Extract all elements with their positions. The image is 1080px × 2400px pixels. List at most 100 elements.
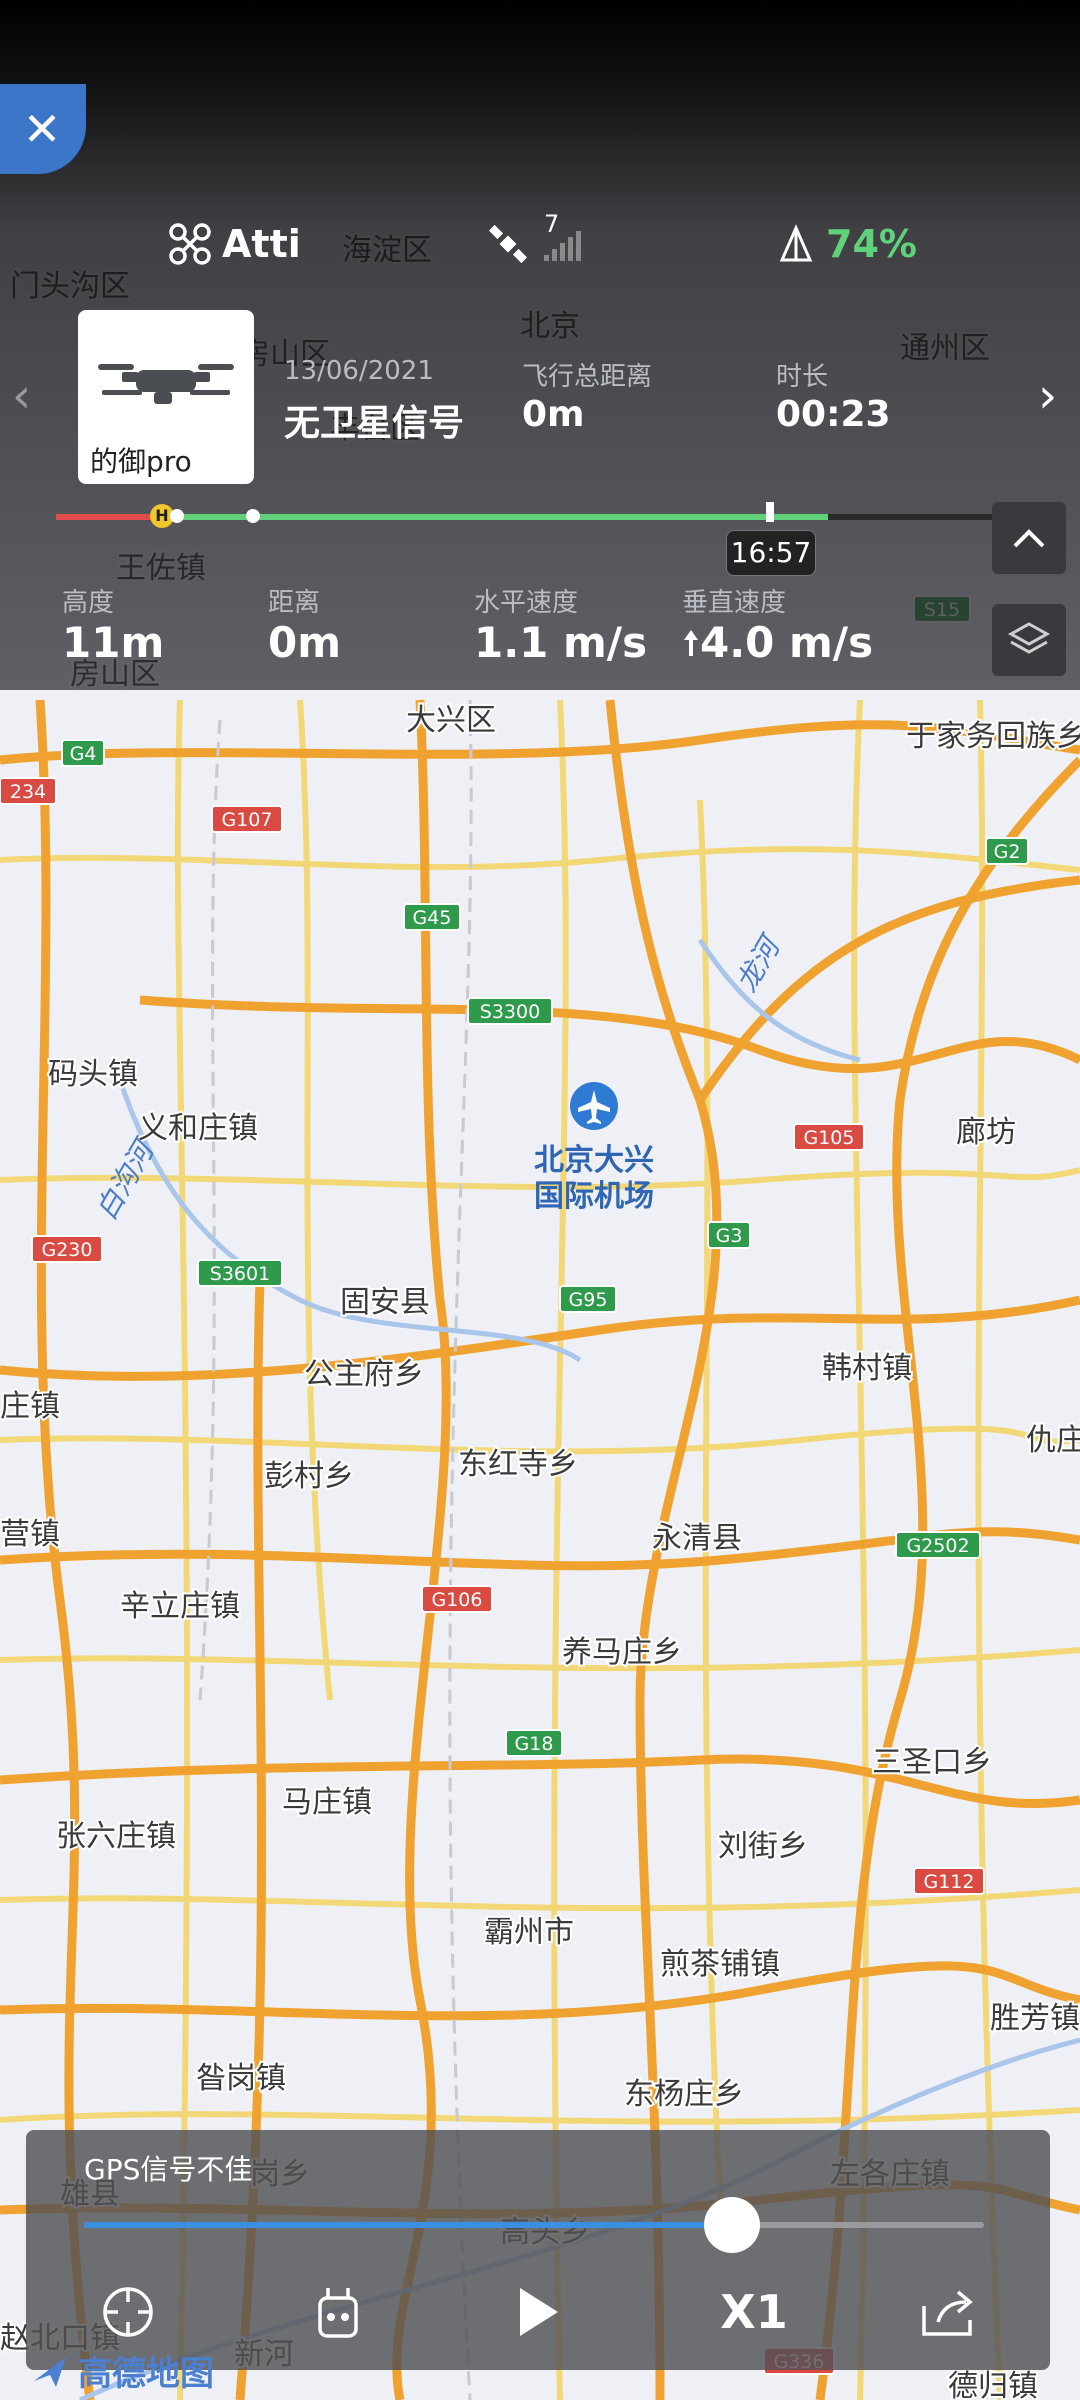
timeline-time: 16:57 (726, 530, 816, 576)
remote-controller-button[interactable] (306, 2280, 370, 2344)
aircraft-card[interactable]: 的御pro (78, 310, 254, 484)
airport-icon[interactable] (570, 1082, 618, 1130)
road-shield-label: G106 (432, 1589, 483, 1611)
map-place-label: 廊坊 (956, 1115, 1016, 1150)
road-shield: G112 (913, 1867, 985, 1895)
map-place-label: 仇庄 (1026, 1423, 1080, 1458)
playback-speed-button[interactable]: X1 (704, 2280, 804, 2344)
map-place-label: 彭村乡 (264, 1459, 354, 1494)
road-shield: G45 (403, 903, 461, 931)
road-shield: G230 (31, 1235, 103, 1263)
playback-thumb[interactable] (704, 2197, 760, 2253)
chevron-up-icon (1013, 529, 1045, 548)
timeline-dot (246, 509, 260, 523)
layers-icon (1007, 622, 1051, 654)
airport-name-line1: 北京大兴 (534, 1143, 654, 1178)
recenter-button[interactable] (96, 2280, 160, 2344)
road-shield-label: 234 (10, 781, 46, 803)
map-place-label: 公主府乡 (304, 1357, 424, 1392)
remote-controller-icon (318, 2288, 358, 2338)
road-shield-label: G2 (994, 841, 1021, 863)
altitude-label: 高度 (62, 588, 115, 618)
timeline-pin[interactable] (766, 502, 774, 522)
map-place-label: 大兴区 (406, 703, 496, 738)
gps-warning: GPS信号不佳 (84, 2153, 253, 2186)
map-place-label: 营镇 (0, 1517, 60, 1552)
vertical-speed-label: 垂直速度 (682, 588, 787, 618)
map-place-label: 辛立庄镇 (120, 1589, 240, 1624)
road-shield-label: G95 (569, 1289, 608, 1311)
map-layers-button[interactable] (992, 604, 1066, 676)
road-shield-label: G18 (515, 1733, 554, 1755)
playback-panel: GPS信号不佳 X1 (26, 2130, 1050, 2370)
road-shield: 234 (0, 777, 57, 805)
satellite-icon (488, 224, 528, 264)
road-shield: S3601 (197, 1259, 283, 1287)
drone-icon (169, 223, 211, 265)
map-place-label: 东红寺乡 (458, 1447, 578, 1482)
flight-timeline[interactable]: H (56, 502, 1004, 528)
map-place-label: 养马庄乡 (562, 1635, 682, 1670)
map-place-label: 刘街乡 (718, 1829, 808, 1864)
map-place-label: 固安县 (340, 1285, 430, 1320)
flight-date: 13/06/2021 (284, 356, 434, 386)
distance-label: 飞行总距离 (522, 362, 653, 392)
play-button[interactable] (506, 2280, 570, 2344)
road-shield-label: S3601 (210, 1263, 270, 1285)
chevron-right-icon: › (1038, 368, 1058, 424)
map-place-label: 庄镇 (0, 1389, 60, 1424)
road-shield: G107 (211, 805, 283, 833)
road-shield: G4 (61, 739, 105, 767)
amap-logo-text: 高德地图 (78, 2354, 214, 2394)
playback-progress (84, 2222, 732, 2228)
map-place-label: 义和庄镇 (138, 1111, 258, 1146)
map-place-label: 三圣口乡 (872, 1745, 992, 1780)
road-shield: G105 (793, 1123, 865, 1151)
play-icon (520, 2288, 558, 2336)
map-place-label: 永清县 (652, 1521, 742, 1556)
road-shield: G3 (707, 1221, 751, 1249)
map-place-label: 东杨庄乡 (624, 2077, 744, 2112)
road-shield-label: G112 (924, 1871, 975, 1893)
target-icon (103, 2287, 153, 2337)
road-shield: G106 (421, 1585, 493, 1613)
map-place-label: 马庄镇 (282, 1785, 372, 1820)
road-shield-label: G105 (804, 1127, 855, 1149)
road-shield: G95 (559, 1285, 617, 1313)
satellite-count: 7 (544, 210, 560, 238)
timeline-segment-green (176, 514, 828, 520)
airport-name-line2: 国际机场 (534, 1179, 654, 1214)
chevron-left-icon: ‹ (12, 368, 32, 424)
map-place-label: 张六庄镇 (56, 1819, 176, 1854)
map-place-label: 韩村镇 (822, 1351, 912, 1386)
share-button[interactable] (916, 2280, 980, 2344)
road-shield: G18 (505, 1729, 563, 1757)
road-shield-label: G2502 (906, 1535, 969, 1557)
flight-mode: Atti (168, 222, 301, 266)
collapse-panel-button[interactable] (992, 502, 1066, 574)
road-shield-label: G230 (42, 1239, 93, 1261)
prev-flight-button[interactable]: ‹ (12, 368, 31, 424)
map-place-label: 码头镇 (48, 1057, 138, 1092)
road-shield-label: G4 (70, 743, 97, 765)
status-bar: Atti 74% (0, 222, 1080, 282)
road-shield: G2502 (895, 1531, 981, 1559)
map-place-label: 胜芳镇 (990, 2001, 1080, 2036)
road-shield-label: G45 (413, 907, 452, 929)
map-place-label: 德归镇 (948, 2369, 1038, 2400)
map-place-label: 昝岗镇 (196, 2061, 286, 2096)
range-label: 距离 (268, 588, 321, 618)
next-flight-button[interactable]: › (1038, 368, 1057, 424)
playback-slider[interactable] (84, 2197, 984, 2253)
flight-mode-label: Atti (222, 222, 301, 266)
arrow-up-icon (684, 629, 698, 656)
road-shield: G2 (985, 837, 1029, 865)
map-place-label: 于家务回族乡 (906, 719, 1080, 754)
close-icon: ✕ (22, 102, 62, 156)
vertical-speed: 4.0 m/s (682, 618, 873, 667)
aircraft-name: 的御pro (90, 445, 192, 478)
distance-value: 0m (522, 394, 585, 435)
road-shield-label: S3300 (480, 1001, 540, 1023)
amap-logo-icon (34, 2356, 66, 2387)
map-place-label: 霸州市 (484, 1915, 574, 1950)
